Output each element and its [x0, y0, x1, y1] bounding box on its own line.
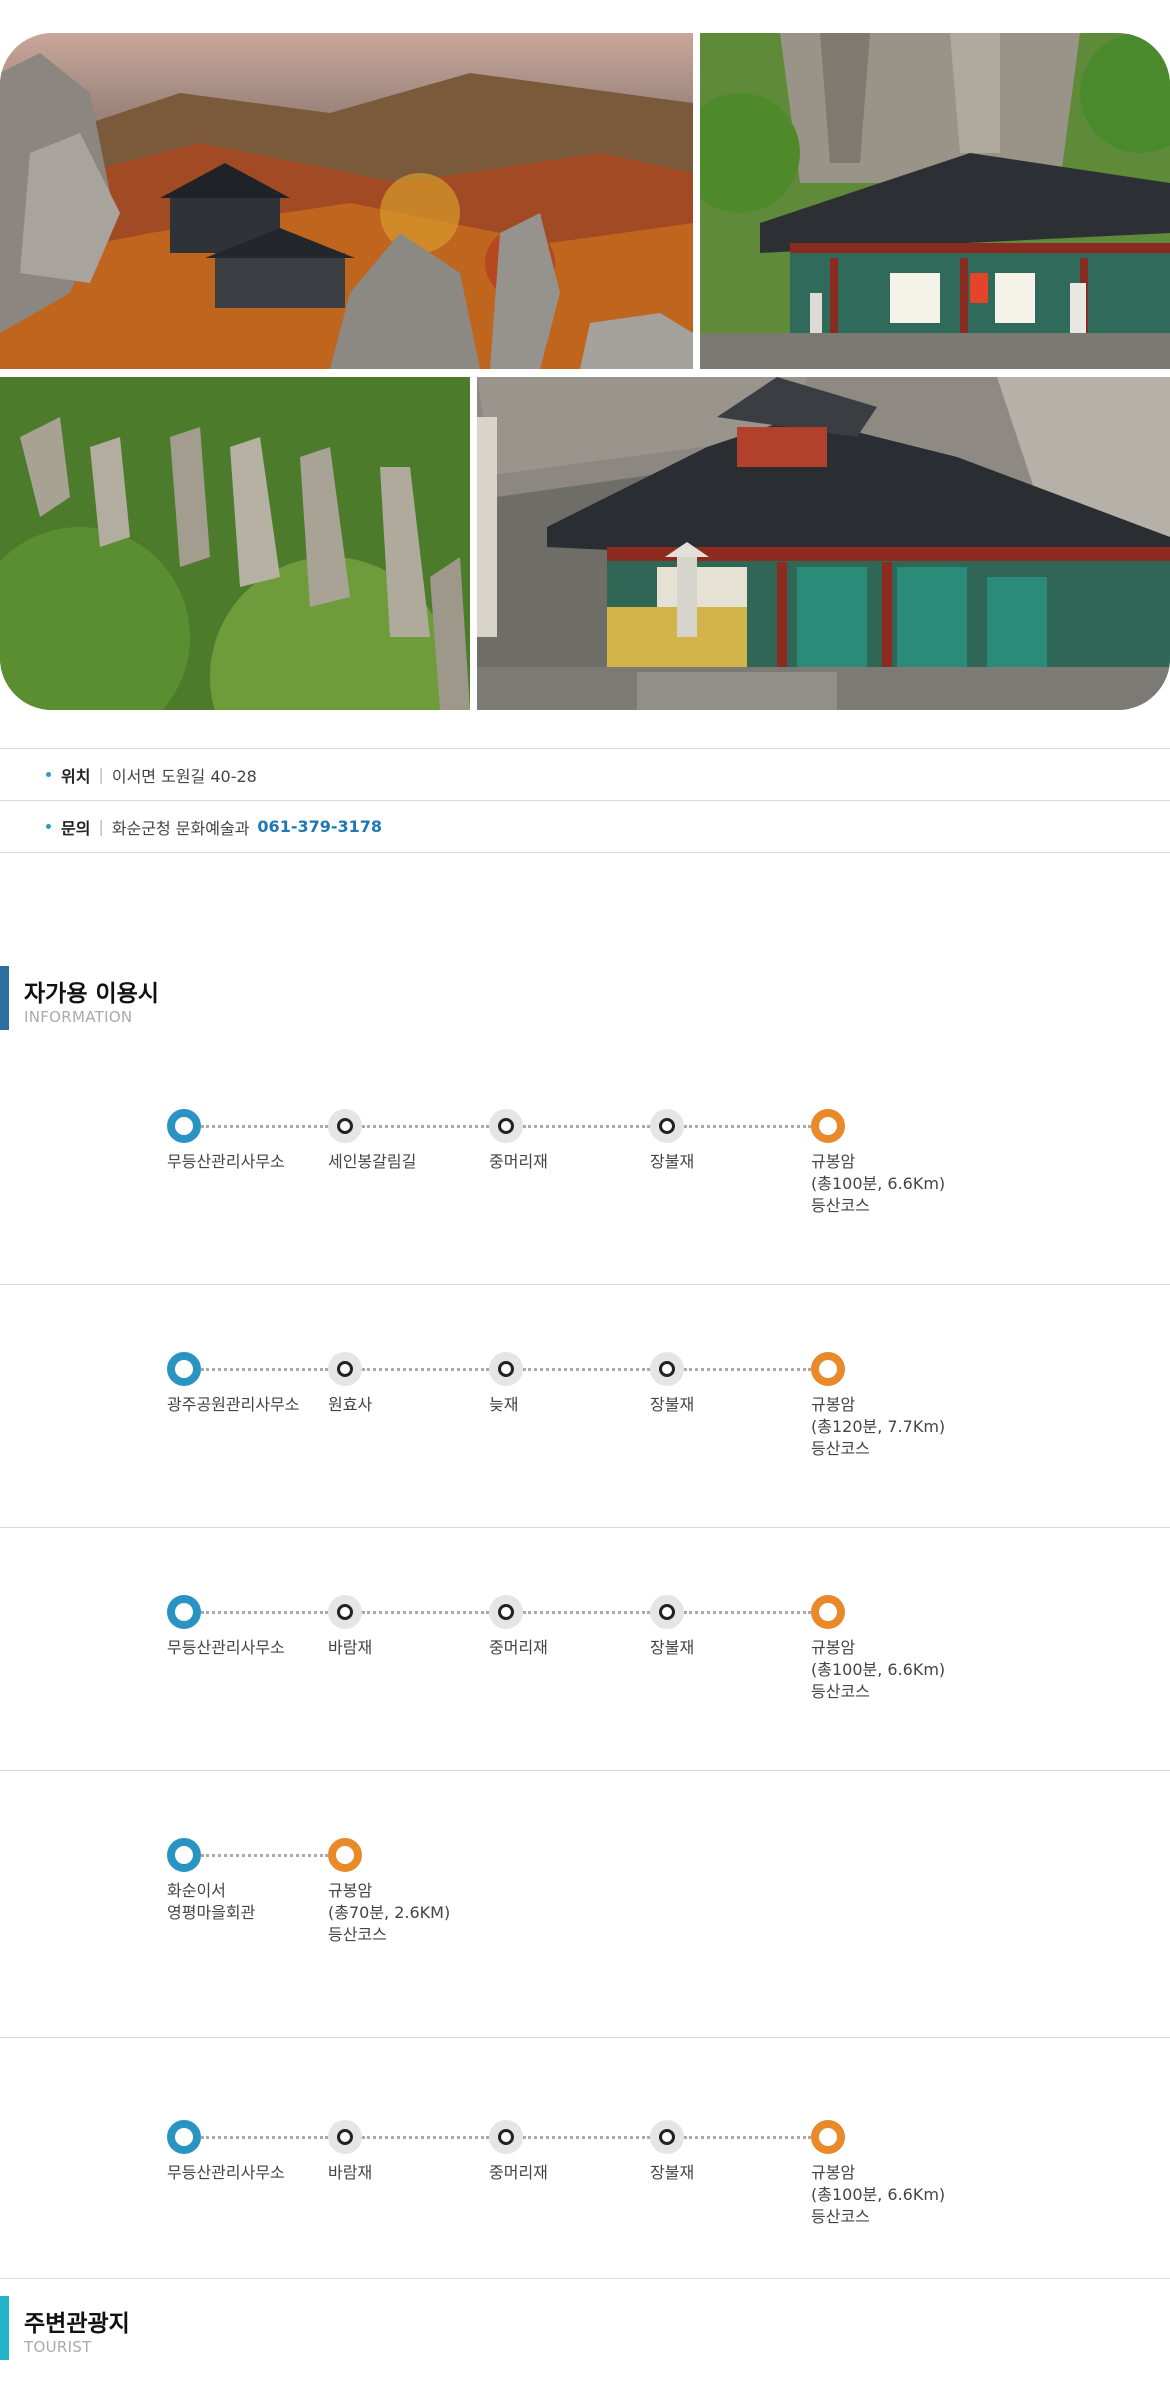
- route-stop-label: 중머리재: [489, 2163, 548, 2182]
- route-stop-label: 장불재: [650, 1638, 695, 1657]
- route-stop-label: 화순이서 영평마을회관: [167, 1881, 256, 1922]
- section-accent-bar: [0, 2296, 9, 2360]
- mid-point-icon: [328, 1352, 362, 1386]
- route-connector-line: [362, 1125, 489, 1128]
- bullet-icon: [46, 772, 51, 777]
- route-connector-line: [684, 1368, 811, 1371]
- autumn-mountain-temple-photo: [0, 33, 693, 369]
- route-connector-line: [523, 1125, 650, 1128]
- route-stop-label: 무등산관리사무소: [167, 1638, 285, 1657]
- information-section-header: 자가용 이용시 INFORMATION: [0, 966, 400, 1030]
- temple-hall-cliff-photo: [700, 33, 1170, 369]
- route-connector-line: [201, 1854, 328, 1857]
- route-stop-label: 중머리재: [489, 1638, 548, 1657]
- end-point-icon: [811, 2120, 845, 2154]
- end-point-icon: [811, 1595, 845, 1629]
- contact-value: 화순군청 문화예술과: [111, 818, 250, 838]
- location-row: 위치 | 이서면 도원길 40-28: [0, 748, 1170, 800]
- end-point-icon: [811, 1352, 845, 1386]
- route-stop-label: 무등산관리사무소: [167, 1152, 285, 1171]
- info-list: 위치 | 이서면 도원길 40-28 문의 | 화순군청 문화예술과 061-3…: [0, 748, 1170, 853]
- route-stop-label: 바람재: [328, 2163, 373, 2182]
- contact-phone-link[interactable]: 061-379-3178: [257, 817, 382, 836]
- end-point-icon: [328, 1838, 362, 1872]
- route-connector-line: [362, 1368, 489, 1371]
- route-connector-line: [523, 2136, 650, 2139]
- tourist-section-header: 주변관광지 TOURIST: [0, 2296, 400, 2360]
- mid-point-icon: [328, 1109, 362, 1143]
- route-connector-line: [201, 1125, 328, 1128]
- start-point-icon: [167, 1595, 201, 1629]
- route-stop-label: 세인봉갈림길: [328, 1152, 417, 1171]
- rocky-pillar-cliffs-photo: [0, 377, 470, 710]
- route-connector-line: [201, 1368, 328, 1371]
- mid-point-icon: [489, 1352, 523, 1386]
- bullet-icon: [46, 824, 51, 829]
- route-stop-label: 광주공원관리사무소: [167, 1395, 300, 1414]
- mid-point-icon: [489, 1109, 523, 1143]
- location-label: 위치: [61, 766, 91, 786]
- contact-row: 문의 | 화순군청 문화예술과 061-379-3178: [0, 800, 1170, 853]
- start-point-icon: [167, 1838, 201, 1872]
- route-connector-line: [684, 2136, 811, 2139]
- route-course: 무등산관리사무소 바람재 중머리재 장불재 규봉암 (총100분, 6.6Km) 등산코…: [0, 2038, 1170, 2279]
- route-stop-label: 무등산관리사무소: [167, 2163, 285, 2182]
- route-stop-label: 장불재: [650, 2163, 695, 2182]
- section-subtitle: TOURIST: [24, 2338, 92, 2356]
- start-point-icon: [167, 1109, 201, 1143]
- mid-point-icon: [650, 1595, 684, 1629]
- section-accent-bar: [0, 966, 9, 1030]
- mid-point-icon: [328, 1595, 362, 1629]
- start-point-icon: [167, 1352, 201, 1386]
- section-title: 자가용 이용시: [24, 981, 159, 1007]
- start-point-icon: [167, 2120, 201, 2154]
- route-stop-label: 규봉암 (총100분, 6.6Km) 등산코스: [811, 2163, 946, 2226]
- divider: |: [98, 765, 104, 784]
- photo-gallery: [0, 0, 1170, 720]
- route-stop-label: 장불재: [650, 1152, 695, 1171]
- route-stop-label: 바람재: [328, 1638, 373, 1657]
- route-course: 무등산관리사무소 바람재 중머리재 장불재 규봉암 (총100분, 6.6Km) 등산코…: [0, 1528, 1170, 1771]
- route-connector-line: [362, 2136, 489, 2139]
- mid-point-icon: [650, 1109, 684, 1143]
- mid-point-icon: [328, 2120, 362, 2154]
- route-connector-line: [362, 1611, 489, 1614]
- route-stop-label: 규봉암 (총120분, 7.7Km) 등산코스: [811, 1395, 946, 1458]
- route-stop-label: 규봉암 (총100분, 6.6Km) 등산코스: [811, 1152, 946, 1215]
- route-stop-label: 규봉암 (총70분, 2.6KM) 등산코스: [328, 1881, 451, 1944]
- route-course: 광주공원관리사무소 원효사 늦재 장불재 규봉암 (총120분, 7.7Km) 등산코스: [0, 1285, 1170, 1528]
- route-stop-label: 늦재: [489, 1395, 519, 1414]
- mid-point-icon: [650, 1352, 684, 1386]
- route-connector-line: [684, 1611, 811, 1614]
- mid-point-icon: [650, 2120, 684, 2154]
- route-connector-line: [684, 1125, 811, 1128]
- location-value: 이서면 도원길 40-28: [111, 766, 257, 786]
- section-subtitle: INFORMATION: [24, 1008, 133, 1026]
- route-course: 무등산관리사무소 세인봉갈림길 중머리재 장불재 규봉암 (총100분, 6.6Km) …: [0, 1058, 1170, 1285]
- route-stop-label: 장불재: [650, 1395, 695, 1414]
- route-connector-line: [201, 2136, 328, 2139]
- end-point-icon: [811, 1109, 845, 1143]
- mid-point-icon: [489, 2120, 523, 2154]
- route-stop-label: 중머리재: [489, 1152, 548, 1171]
- route-connector-line: [523, 1611, 650, 1614]
- divider: |: [98, 817, 104, 836]
- route-connector-line: [523, 1368, 650, 1371]
- route-stop-label: 규봉암 (총100분, 6.6Km) 등산코스: [811, 1638, 946, 1701]
- mid-point-icon: [489, 1595, 523, 1629]
- route-connector-line: [201, 1611, 328, 1614]
- temple-hall-lantern-photo: [477, 377, 1170, 710]
- route-list: 무등산관리사무소 세인봉갈림길 중머리재 장불재 규봉암 (총100분, 6.6Km) …: [0, 1058, 1170, 2279]
- route-stop-label: 원효사: [328, 1395, 373, 1414]
- contact-label: 문의: [61, 818, 91, 838]
- route-course: 화순이서 영평마을회관 규봉암 (총70분, 2.6KM) 등산코스: [0, 1771, 1170, 2038]
- section-title: 주변관광지: [24, 2311, 130, 2337]
